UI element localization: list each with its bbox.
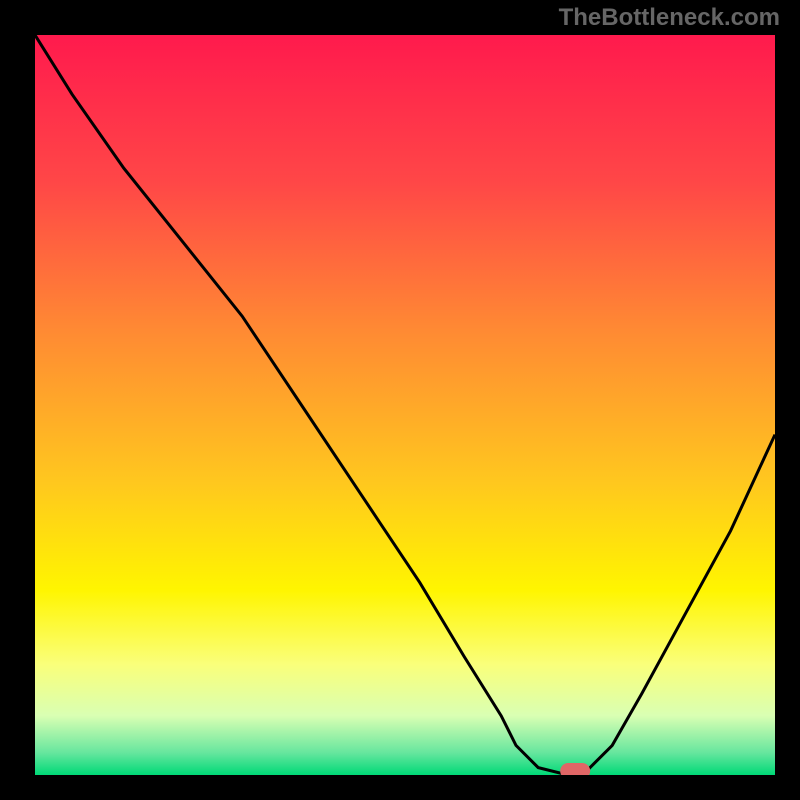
chart-container: TheBottleneck.com [0,0,800,800]
gradient-background [35,35,775,775]
plot-area [35,35,775,775]
watermark-text: TheBottleneck.com [559,4,780,32]
optimal-marker [560,763,590,775]
chart-svg [35,35,775,775]
